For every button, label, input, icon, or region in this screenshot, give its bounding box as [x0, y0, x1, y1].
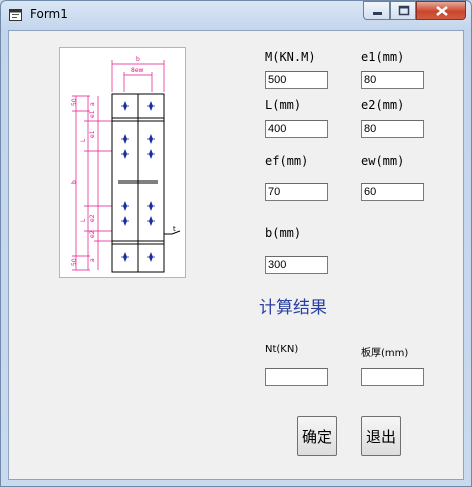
result-section-title: 计算结果 [259, 298, 327, 318]
exit-button[interactable]: 退出 [361, 416, 401, 456]
label-ef: ef(mm) [265, 154, 309, 168]
bolt-connection-diagram: b 8ew 50 L b L 50 a e1 e1 e2 e2 a t [59, 47, 186, 278]
e2-input[interactable] [361, 120, 424, 138]
maximize-button[interactable] [390, 1, 416, 20]
label-ew: ew(mm) [361, 154, 405, 168]
b-input[interactable] [265, 256, 328, 274]
ef-input[interactable] [265, 183, 328, 201]
plate-thickness-label: t [173, 225, 176, 233]
app-form-icon [9, 9, 22, 21]
confirm-button[interactable]: 确定 [297, 416, 337, 456]
label-b: b(mm) [265, 226, 302, 240]
label-L: L(mm) [265, 98, 302, 112]
label-M: M(KN.M) [265, 50, 316, 64]
dim-label-b-side: b [71, 180, 78, 184]
ew-input[interactable] [361, 183, 424, 201]
label-plate-thickness: 板厚(mm) [361, 348, 409, 359]
dim-label-e2-a: e2 [89, 214, 96, 222]
close-icon [436, 6, 448, 16]
label-e2: e2(mm) [361, 98, 405, 112]
label-Nt: Nt(KN) [265, 344, 299, 355]
window-title: Form1 [30, 7, 68, 21]
dim-label-e2-b: e2 [89, 230, 96, 238]
Nt-output[interactable] [265, 368, 328, 386]
diagram-drawing: b 8ew 50 L b L 50 a e1 e1 e2 e2 a t [71, 56, 181, 273]
minimize-button[interactable] [363, 1, 390, 20]
dim-label-a-top: a [89, 102, 96, 106]
M-input[interactable] [265, 71, 328, 89]
form-client-area: b 8ew 50 L b L 50 a e1 e1 e2 e2 a t M(KN… [8, 30, 464, 480]
label-e1: e1(mm) [361, 50, 405, 64]
dim-label-e1-b: e1 [89, 130, 96, 138]
minimize-icon [373, 12, 382, 15]
title-bar[interactable]: Form1 [1, 1, 471, 29]
main-window: Form1 b 8ew 50 L b L 50 a e1 e1 e2 e2 a … [0, 0, 472, 487]
dim-label-e1-a: e1 [89, 110, 96, 118]
dim-label-a-bottom: a [89, 258, 96, 262]
L-input[interactable] [265, 120, 328, 138]
dim-label-50-top: 50 [71, 98, 78, 106]
close-button[interactable] [416, 1, 466, 20]
e1-input[interactable] [361, 71, 424, 89]
maximize-icon [398, 5, 410, 16]
dim-label-8ew: 8ew [131, 67, 144, 74]
dim-label-b: b [136, 56, 140, 63]
dim-label-L-bottom: L [80, 218, 87, 222]
plate-thickness-output[interactable] [361, 368, 424, 386]
dim-label-50-bottom: 50 [71, 258, 78, 266]
dim-label-L-top: L [80, 138, 87, 142]
